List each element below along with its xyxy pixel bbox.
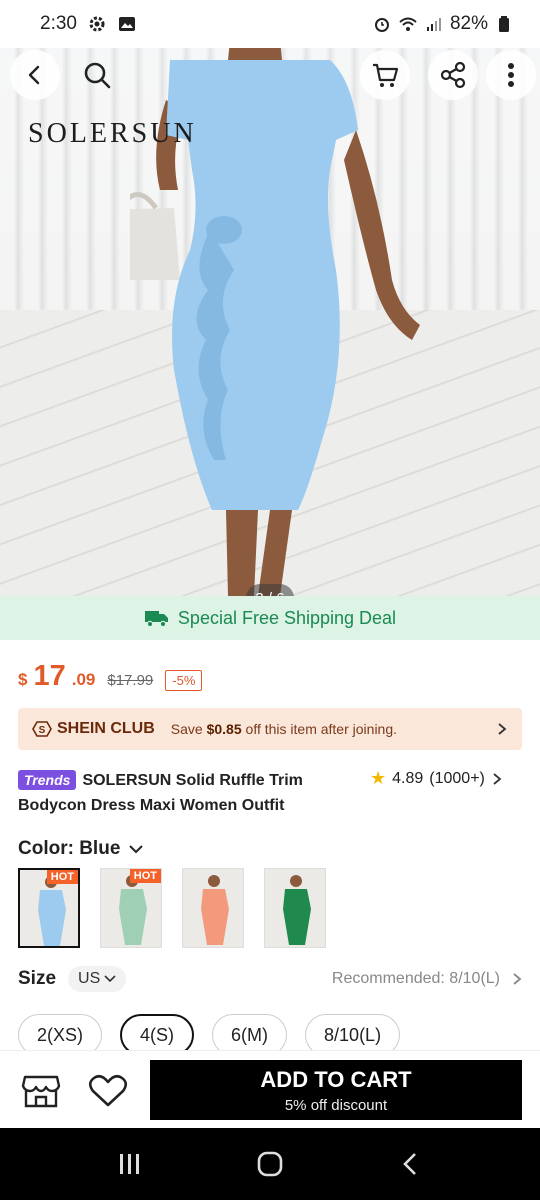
club-text-prefix: Save <box>170 721 207 737</box>
chevron-right-icon <box>493 772 502 785</box>
recents-icon <box>120 1154 139 1174</box>
hot-badge: HOT <box>46 870 78 884</box>
battery-icon <box>494 14 514 34</box>
store-button[interactable] <box>20 1071 62 1111</box>
color-swatch-mint[interactable]: HOT <box>100 868 162 948</box>
search-icon <box>84 62 111 89</box>
recent-apps-button[interactable] <box>108 1142 152 1186</box>
shipping-deal-text: Special Free Shipping Deal <box>177 607 397 628</box>
club-logo: S SHEIN CLUB <box>32 720 155 738</box>
size-unit-dropdown[interactable]: US <box>68 966 127 992</box>
battery-percent: 82% <box>449 13 488 34</box>
home-icon <box>257 1151 283 1177</box>
swatch-thumbnail <box>265 869 325 947</box>
price-decimal: .09 <box>71 670 96 689</box>
color-swatch-blue[interactable]: HOT <box>18 868 80 948</box>
club-save-amount: $0.85 <box>206 721 242 737</box>
cart-button[interactable] <box>360 50 410 100</box>
price-currency: $ <box>18 670 28 689</box>
search-button[interactable] <box>72 50 122 100</box>
color-swatches: HOT HOT <box>18 868 326 948</box>
color-swatch-coral[interactable] <box>182 868 244 948</box>
gear-icon <box>87 14 107 34</box>
store-icon <box>21 1075 61 1108</box>
cart-icon <box>373 63 399 87</box>
trends-badge: Trends <box>18 770 77 790</box>
chevron-down-icon <box>129 845 144 854</box>
image-icon <box>117 14 137 34</box>
chevron-right-icon <box>498 723 507 735</box>
rating-summary[interactable]: ★ 4.89 (1000+) <box>370 768 503 789</box>
add-to-cart-discount: 5% off discount <box>284 1096 388 1114</box>
signal-icon <box>424 14 444 34</box>
chevron-down-icon <box>104 975 116 983</box>
share-icon <box>440 61 466 89</box>
size-header: Size US Recommended: 8/10(L) <box>18 966 522 992</box>
add-to-cart-button[interactable]: ADD TO CART 5% off discount <box>150 1060 522 1120</box>
more-options-button[interactable] <box>486 50 536 100</box>
hot-badge: HOT <box>129 869 161 883</box>
share-button[interactable] <box>428 50 478 100</box>
color-swatch-green[interactable] <box>264 868 326 948</box>
status-bar: 2:30 82% <box>0 0 540 48</box>
size-unit-value: US <box>78 970 101 987</box>
product-title: Trends SOLERSUN Solid Ruffle Trim Bodycon… <box>18 768 358 818</box>
club-save-text: Save $0.85 off this item after joining. <box>171 721 397 737</box>
rating-value: 4.89 <box>392 769 424 787</box>
star-icon: ★ <box>370 768 387 788</box>
original-price: $17.99 <box>107 672 154 689</box>
shipping-deal-banner[interactable]: Special Free Shipping Deal <box>0 596 540 640</box>
home-button[interactable] <box>248 1142 292 1186</box>
status-time: 2:30 <box>40 13 77 34</box>
more-vertical-icon <box>508 63 514 87</box>
system-back-button[interactable] <box>388 1142 432 1186</box>
shein-club-banner[interactable]: S SHEIN CLUB Save $0.85 off this item af… <box>18 708 522 750</box>
wifi-icon <box>398 14 418 34</box>
chevron-left-icon <box>28 65 40 85</box>
price-row: $17 .09 $17.99 -5% <box>18 660 203 693</box>
price-integer: 17 <box>33 660 66 692</box>
review-count: (1000+) <box>429 769 485 787</box>
color-label-text: Color: Blue <box>18 838 121 859</box>
product-image-gallery[interactable]: SOLERSUN 3 / 6 <box>0 40 540 596</box>
club-badge-icon: S <box>32 721 52 737</box>
brand-watermark: SOLERSUN <box>28 118 197 149</box>
back-icon <box>403 1153 416 1175</box>
size-label: Size <box>18 968 57 989</box>
size-recommendation-text: Recommended: 8/10(L) <box>331 970 500 987</box>
size-recommendation[interactable]: Recommended: 8/10(L) <box>332 970 522 988</box>
back-button[interactable] <box>10 50 60 100</box>
svg-text:S: S <box>39 725 46 736</box>
add-to-cart-label: ADD TO CART <box>260 1066 412 1092</box>
club-name: SHEIN CLUB <box>57 720 155 737</box>
image-counter: 3 / 6 <box>246 584 294 596</box>
bottom-action-bar: ADD TO CART 5% off discount <box>0 1050 540 1128</box>
color-selector-label[interactable]: Color: Blue <box>18 838 144 860</box>
chevron-right-icon <box>513 973 522 985</box>
heart-icon <box>88 1074 128 1107</box>
club-text-suffix: off this item after joining. <box>241 721 398 737</box>
system-navigation-bar <box>0 1128 540 1200</box>
truck-icon <box>144 611 168 628</box>
alarm-icon <box>372 14 392 34</box>
discount-badge: -5% <box>165 670 203 691</box>
wishlist-button[interactable] <box>86 1071 130 1111</box>
swatch-thumbnail <box>183 869 243 947</box>
